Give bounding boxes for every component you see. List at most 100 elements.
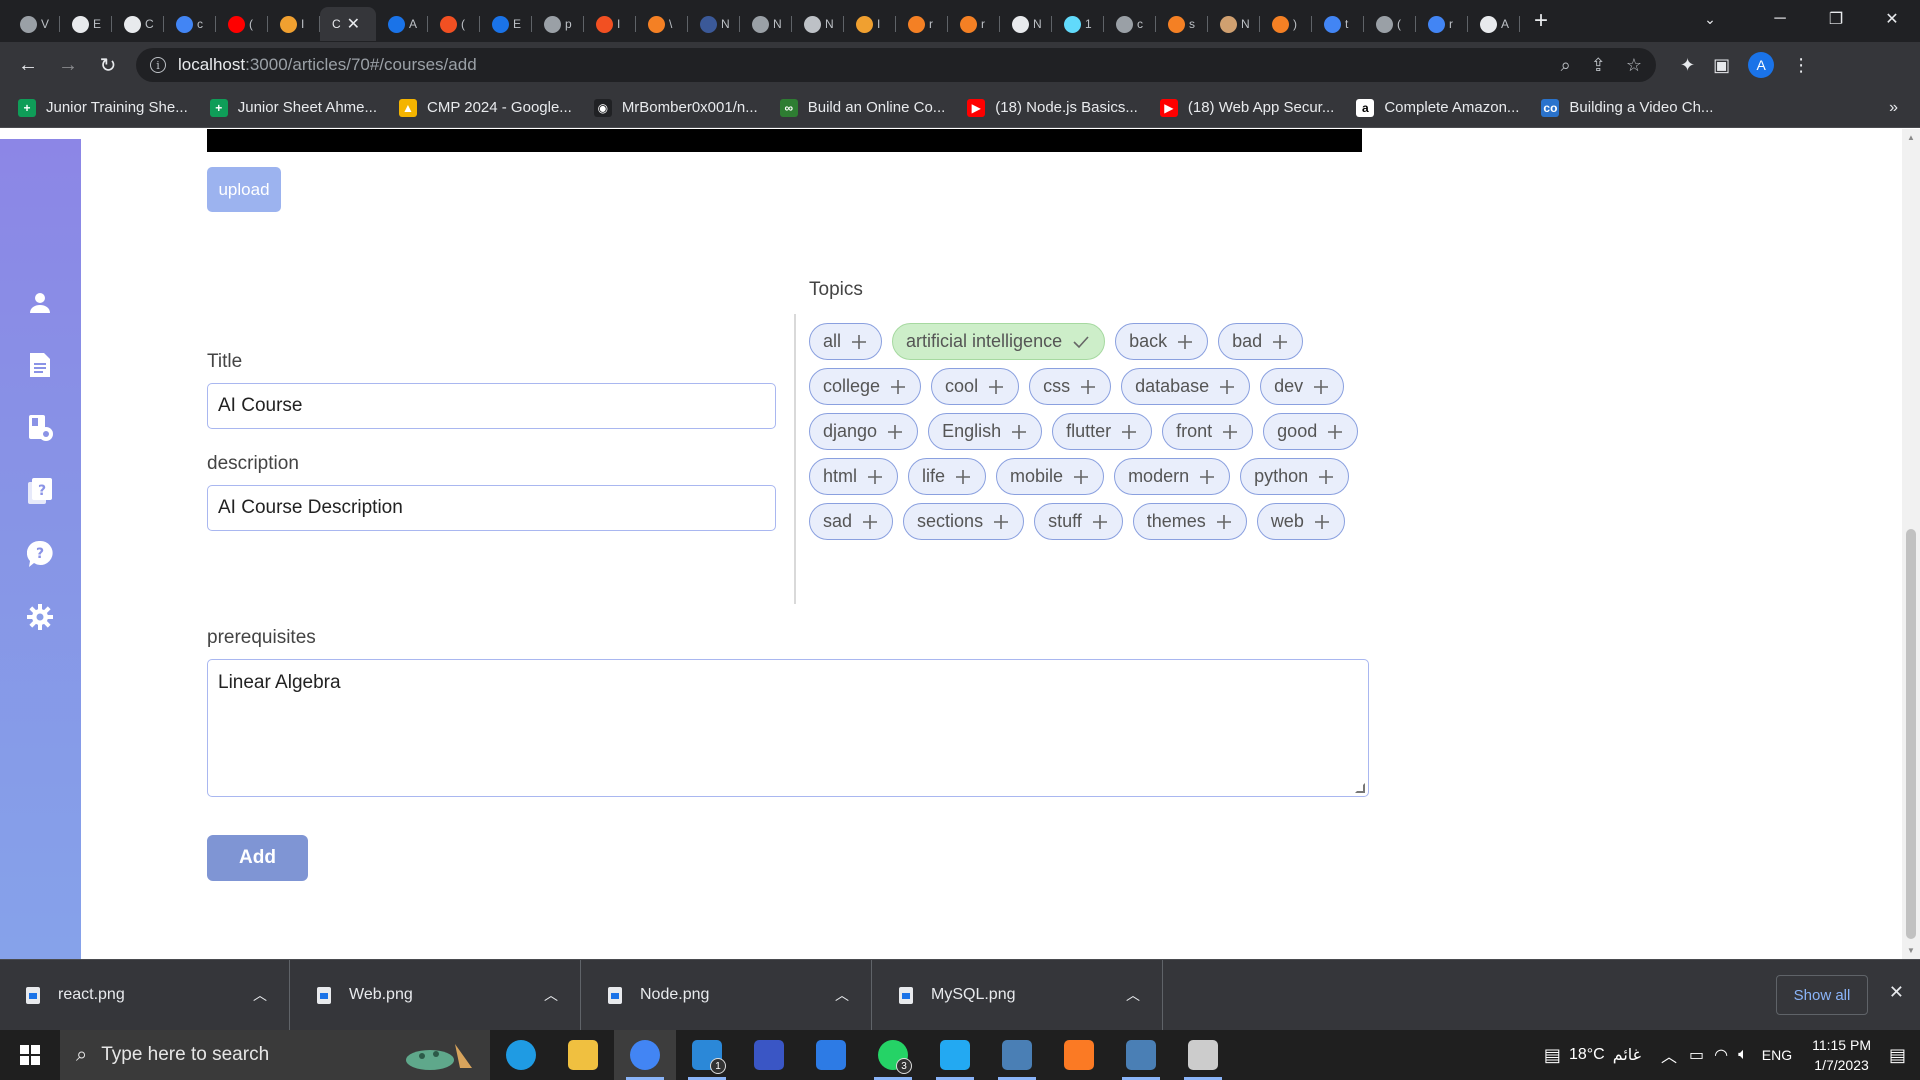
taskbar-search-box[interactable]: ⌕ Type here to search (60, 1030, 490, 1080)
browser-tab[interactable]: t (1312, 7, 1364, 41)
battery-icon[interactable]: ▭ (1689, 1045, 1704, 1065)
browser-tab[interactable]: C (112, 7, 164, 41)
bookmark-item[interactable]: a Complete Amazon... (1356, 98, 1519, 117)
scroll-down-arrow-icon[interactable]: ▼ (1907, 946, 1915, 955)
minimize-button[interactable]: ─ (1752, 10, 1808, 28)
extensions-puzzle-icon[interactable]: ✦ (1680, 55, 1695, 76)
taskbar-app[interactable]: 3 (862, 1030, 924, 1080)
download-item[interactable]: MySQL.png ︿ (873, 960, 1163, 1030)
taskbar-app[interactable] (924, 1030, 986, 1080)
profile-avatar[interactable]: A (1748, 52, 1775, 78)
taskbar-app[interactable] (986, 1030, 1048, 1080)
title-input[interactable]: AI Course (207, 383, 776, 429)
description-input[interactable]: AI Course Description (207, 485, 776, 531)
bookmark-item[interactable]: co Building a Video Ch... (1541, 98, 1713, 117)
topic-chip[interactable]: mobile (996, 458, 1105, 495)
tray-chevron-icon[interactable]: ︿ (1661, 1043, 1677, 1067)
question-book-icon[interactable]: ? (26, 477, 54, 505)
clock[interactable]: 11:15 PM 1/7/2023 (1812, 1035, 1871, 1075)
bookmark-item[interactable]: ▶ (18) Node.js Basics... (967, 98, 1138, 117)
browser-tab[interactable]: I (844, 7, 896, 41)
browser-tab[interactable]: ) (1260, 7, 1312, 41)
chevron-up-icon[interactable]: ︿ (544, 985, 558, 1005)
page-scrollbar[interactable]: ▲ ▼ (1902, 129, 1920, 959)
browser-tab[interactable]: p (532, 7, 584, 41)
browser-tab[interactable]: N (792, 7, 844, 41)
taskbar-app[interactable] (490, 1030, 552, 1080)
browser-tab[interactable]: r (1416, 7, 1468, 41)
weather-icon[interactable]: ▤ (1544, 1045, 1561, 1066)
menu-kebab-icon[interactable]: ⋮ (1792, 55, 1810, 76)
help-icon[interactable]: ? (26, 540, 54, 568)
topic-chip[interactable]: bad (1218, 323, 1304, 360)
topic-chip[interactable]: flutter (1052, 413, 1153, 450)
upload-button[interactable]: upload (207, 167, 281, 212)
browser-tab[interactable]: ( (216, 7, 268, 41)
chevron-up-icon[interactable]: ︿ (835, 985, 849, 1005)
tab-close-icon[interactable]: ✕ (347, 14, 360, 34)
topic-chip[interactable]: life (908, 458, 987, 495)
user-icon[interactable] (26, 289, 54, 317)
taskbar-app[interactable] (1172, 1030, 1234, 1080)
download-item[interactable]: react.png ︿ (0, 960, 290, 1030)
taskbar-app[interactable] (614, 1030, 676, 1080)
close-downloads-icon[interactable]: ✕ (1889, 982, 1904, 1003)
browser-tab[interactable]: c (1104, 7, 1156, 41)
tab-search-chevron-icon[interactable]: ⌄ (1690, 11, 1730, 28)
topic-chip[interactable]: sad (809, 503, 894, 540)
weather-temp[interactable]: 18°C (1569, 1046, 1605, 1064)
browser-tab[interactable]: N (740, 7, 792, 41)
address-bar[interactable]: i localhost:3000/articles/70#/courses/ad… (136, 48, 1656, 82)
side-panel-icon[interactable]: ▣ (1713, 55, 1730, 76)
taskbar-app[interactable] (1048, 1030, 1110, 1080)
topic-chip[interactable]: English (928, 413, 1043, 450)
bookmark-item[interactable]: ▶ (18) Web App Secur... (1159, 98, 1334, 117)
topic-chip[interactable]: sections (903, 503, 1025, 540)
volume-icon[interactable]: 🔈︎ (1738, 1046, 1748, 1064)
bookmark-item[interactable]: ▲ CMP 2024 - Google... (399, 98, 572, 117)
topic-chip[interactable]: dev (1260, 368, 1345, 405)
site-info-icon[interactable]: i (150, 57, 166, 73)
topic-chip[interactable]: good (1263, 413, 1359, 450)
taskbar-app[interactable]: 1 (676, 1030, 738, 1080)
chevron-up-icon[interactable]: ︿ (253, 985, 267, 1005)
topic-chip[interactable]: python (1240, 458, 1350, 495)
chevron-up-icon[interactable]: ︿ (1126, 985, 1140, 1005)
windows-start-icon[interactable] (0, 1030, 60, 1080)
topic-chip[interactable]: django (809, 413, 919, 450)
browser-tab[interactable]: I (268, 7, 320, 41)
taskbar-app[interactable] (800, 1030, 862, 1080)
taskbar-app[interactable] (738, 1030, 800, 1080)
browser-tab[interactable]: ( (428, 7, 480, 41)
browser-tab-active[interactable]: C ✕ (320, 7, 376, 41)
notifications-icon[interactable]: ▤ (1889, 1045, 1906, 1066)
browser-tab[interactable]: V (8, 7, 60, 41)
book-gear-icon[interactable] (26, 414, 54, 442)
browser-tab[interactable]: r (896, 7, 948, 41)
download-item[interactable]: Web.png ︿ (291, 960, 581, 1030)
bookmark-item[interactable]: + Junior Training She... (18, 98, 188, 117)
topic-chip[interactable]: web (1256, 503, 1345, 540)
topic-chip[interactable]: themes (1132, 503, 1247, 540)
topic-chip[interactable]: cool (931, 368, 1020, 405)
browser-tab[interactable]: \ (636, 7, 688, 41)
restore-button[interactable]: ❐ (1808, 9, 1864, 29)
reload-icon[interactable]: ↻ (88, 53, 128, 78)
zoom-icon[interactable]: ⌕ (1561, 55, 1571, 76)
bookmark-star-icon[interactable]: ☆ (1626, 55, 1642, 76)
prerequisites-textarea[interactable]: Linear Algebra (207, 659, 1369, 797)
forward-arrow-icon[interactable]: → (48, 54, 88, 77)
show-all-downloads-button[interactable]: Show all (1776, 975, 1868, 1015)
topic-chip[interactable]: front (1162, 413, 1254, 450)
browser-tab[interactable]: E (480, 7, 532, 41)
topic-chip[interactable]: all (809, 323, 883, 360)
browser-tab[interactable]: c (164, 7, 216, 41)
topic-chip[interactable]: css (1029, 368, 1112, 405)
topic-chip[interactable]: artificial intelligence (892, 323, 1106, 360)
wifi-icon[interactable]: ◠ (1714, 1045, 1728, 1065)
topic-chip[interactable]: college (809, 368, 922, 405)
taskbar-app[interactable] (1110, 1030, 1172, 1080)
browser-tab[interactable]: I (584, 7, 636, 41)
browser-tab[interactable]: r (948, 7, 1000, 41)
download-item[interactable]: Node.png ︿ (582, 960, 872, 1030)
